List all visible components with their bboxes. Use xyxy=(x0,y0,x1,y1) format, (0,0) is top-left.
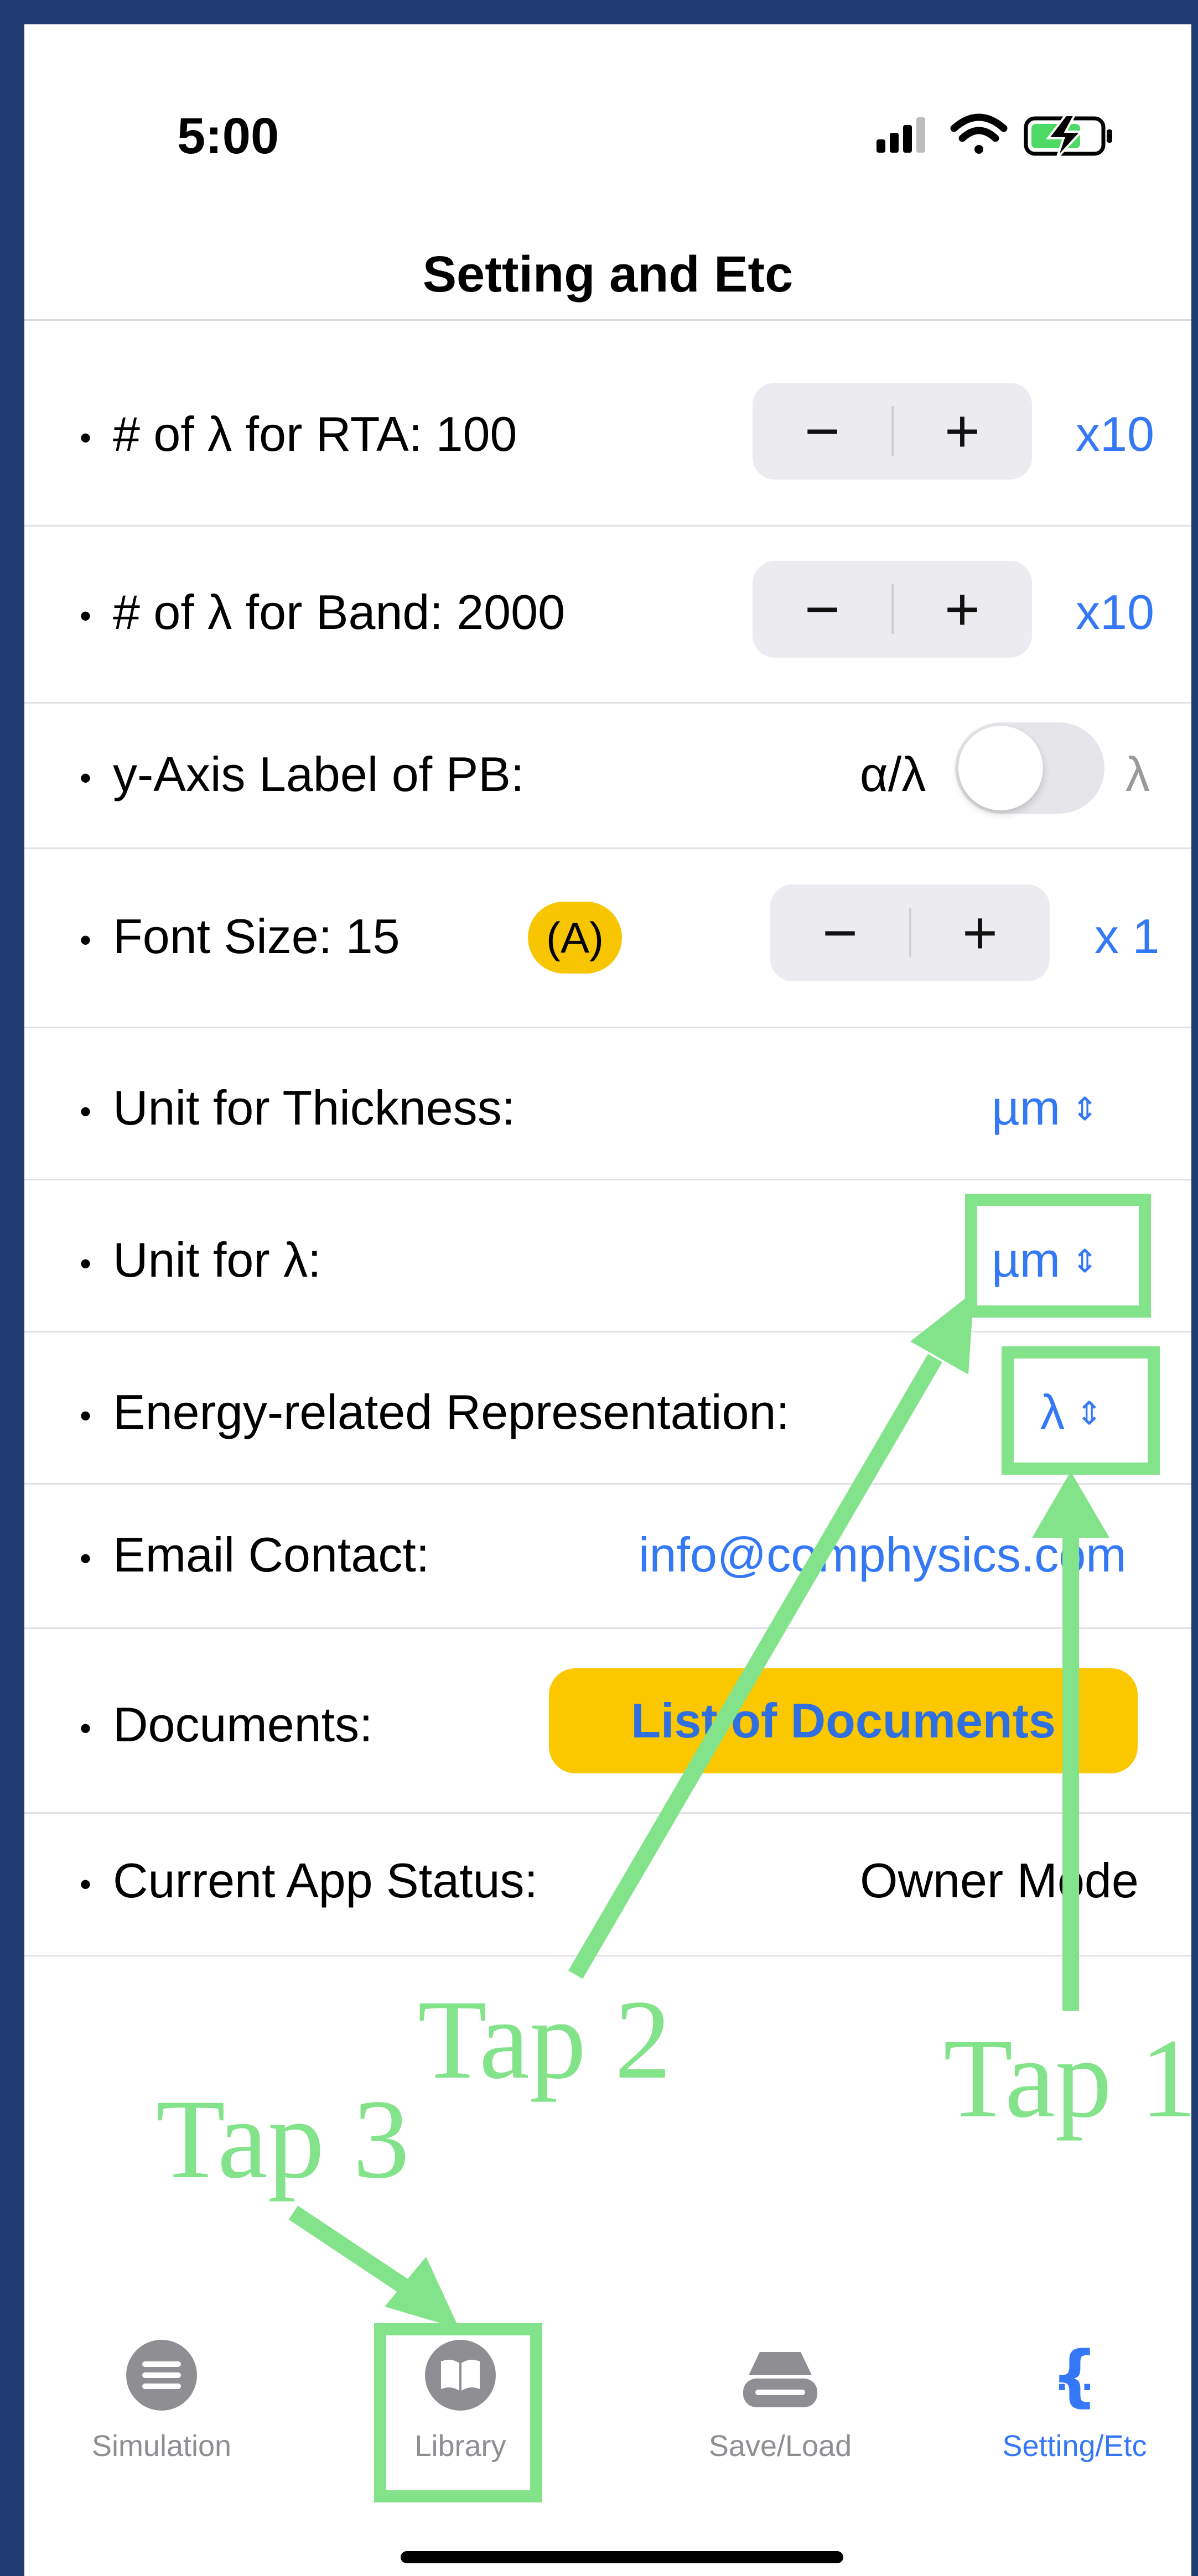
font-size-decrement-button[interactable]: − xyxy=(770,884,910,981)
toggle-knob xyxy=(958,726,1043,810)
row-divider xyxy=(24,525,1191,527)
row-divider xyxy=(24,702,1191,704)
list-circle-icon xyxy=(126,2340,197,2411)
row-divider xyxy=(24,847,1191,849)
bullet: • xyxy=(80,1093,92,1131)
email-contact-link[interactable]: info@comphysics.com xyxy=(639,1527,1127,1583)
wifi-icon xyxy=(950,113,1008,154)
y-axis-left-option: α/λ xyxy=(860,747,926,802)
band-stepper[interactable]: − + xyxy=(753,561,1032,658)
y-axis-toggle[interactable] xyxy=(955,722,1104,814)
tap3-highlight-box xyxy=(374,2323,542,2502)
row-divider xyxy=(24,1955,1191,1956)
status-icons xyxy=(877,113,1112,159)
bullet: • xyxy=(80,1710,92,1747)
app-status-value: Owner Mode xyxy=(860,1853,1139,1908)
font-size-increment-button[interactable]: + xyxy=(910,884,1050,981)
bullet: • xyxy=(80,597,92,635)
tap2-annotation: Tap 2 xyxy=(418,1977,672,2103)
tab-label: Save/Load xyxy=(708,2429,852,2463)
chevron-up-down-icon: ⇕ xyxy=(1071,1091,1098,1127)
tab-setting-etc[interactable]: { ··· Setting/Etc xyxy=(975,2336,1174,2463)
y-axis-right-option: λ xyxy=(1126,747,1150,802)
nav-divider xyxy=(24,319,1191,321)
font-size-stepper[interactable]: − + xyxy=(770,884,1050,981)
list-of-documents-button[interactable]: List of Documents xyxy=(549,1668,1138,1773)
email-contact-label: • Email Contact: xyxy=(80,1527,430,1582)
rta-multiplier-button[interactable]: x10 xyxy=(1076,406,1154,462)
bullet: • xyxy=(80,759,92,797)
row-divider xyxy=(24,1331,1191,1333)
font-size-label: • Font Size: 15 xyxy=(80,909,400,964)
documents-label: • Documents: xyxy=(80,1697,373,1752)
tab-bar: Simulation Library Save/Load { ··· Setti xyxy=(24,2336,1191,2502)
page-title: Setting and Etc xyxy=(422,246,794,303)
tab-simulation[interactable]: Simulation xyxy=(62,2336,261,2463)
lambda-unit-label: • Unit for λ: xyxy=(80,1232,321,1287)
band-increment-button[interactable]: + xyxy=(893,561,1032,658)
rta-decrement-button[interactable]: − xyxy=(753,383,892,480)
home-indicator[interactable] xyxy=(401,2551,843,2563)
tab-label: Simulation xyxy=(91,2429,232,2463)
tap1-annotation: Tap 1 xyxy=(943,2016,1197,2141)
font-size-multiplier-button[interactable]: x 1 xyxy=(1095,908,1159,965)
bullet: • xyxy=(80,419,92,457)
thickness-unit-picker[interactable]: µm ⇕ xyxy=(992,1080,1098,1136)
font-preview-badge[interactable]: (A) xyxy=(528,902,622,974)
app-status-label: • Current App Status: xyxy=(80,1853,538,1908)
bullet: • xyxy=(80,1540,92,1578)
bullet: • xyxy=(80,1866,92,1903)
bullet: • xyxy=(80,1245,92,1283)
svg-text:···: ··· xyxy=(1056,2368,1093,2407)
tab-label: Setting/Etc xyxy=(1002,2429,1147,2463)
row-divider xyxy=(24,1027,1191,1028)
drive-icon xyxy=(743,2352,817,2407)
bullet: • xyxy=(80,1397,92,1435)
tap3-annotation: Tap 3 xyxy=(156,2077,410,2202)
thickness-unit-value: µm xyxy=(992,1080,1061,1135)
energy-representation-label: • Energy-related Representation: xyxy=(80,1385,790,1439)
thickness-unit-label: • Unit for Thickness: xyxy=(80,1080,516,1135)
y-axis-label: • y-Axis Label of PB: xyxy=(80,747,525,802)
row-divider xyxy=(24,1627,1191,1629)
row-divider xyxy=(24,1483,1191,1485)
bullet: • xyxy=(80,922,92,959)
rta-stepper[interactable]: − + xyxy=(753,383,1032,480)
status-time: 5:00 xyxy=(177,108,279,164)
rta-count-label: • # of λ for RTA: 100 xyxy=(80,407,517,461)
rta-increment-button[interactable]: + xyxy=(893,383,1032,480)
battery-charging-icon xyxy=(1024,114,1112,159)
cellular-signal-icon xyxy=(877,117,925,153)
row-divider xyxy=(24,1179,1191,1180)
tap2-highlight-box xyxy=(965,1194,1151,1318)
braces-icon: { ··· xyxy=(1051,2338,1098,2414)
tap1-highlight-box xyxy=(1002,1346,1160,1475)
band-decrement-button[interactable]: − xyxy=(753,561,892,658)
band-multiplier-button[interactable]: x10 xyxy=(1076,584,1154,641)
tab-save-load[interactable]: Save/Load xyxy=(681,2336,880,2463)
row-divider xyxy=(24,1812,1191,1814)
band-count-label: • # of λ for Band: 2000 xyxy=(80,585,566,639)
